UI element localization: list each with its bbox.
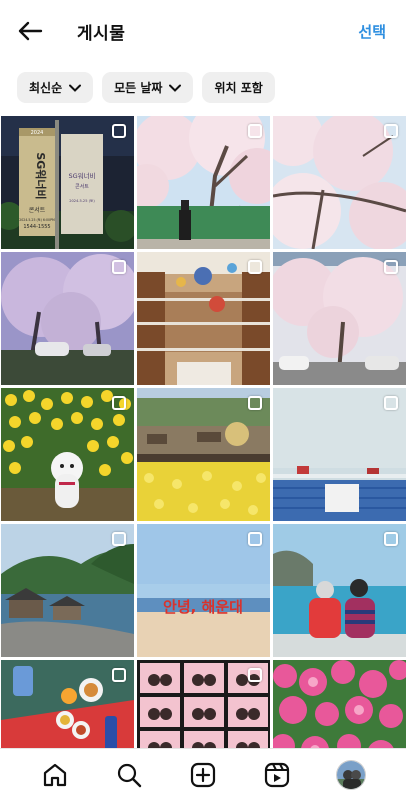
grid-photo-10[interactable] (1, 524, 134, 657)
grid-photo-11[interactable]: 안녕, 해운대 (137, 524, 270, 657)
nav-home[interactable] (35, 755, 75, 795)
reels-icon (264, 762, 290, 787)
create-icon (190, 762, 216, 787)
back-arrow-icon (18, 21, 43, 41)
sort-filter-chip[interactable]: 최신순 (17, 72, 94, 103)
select-checkbox[interactable] (384, 124, 398, 138)
grid-photo-5[interactable] (137, 252, 270, 385)
poster-date: 2024.5.25 (토) 6:00PM (19, 218, 55, 222)
select-checkbox[interactable] (112, 260, 126, 274)
grid-photo-12[interactable] (273, 524, 406, 657)
bottom-navigation (0, 748, 406, 800)
select-checkbox[interactable] (112, 396, 126, 410)
grid-photo-3[interactable] (273, 116, 406, 249)
location-filter-chip[interactable]: 위치 포함 (202, 72, 275, 103)
select-button[interactable]: 선택 (358, 21, 386, 42)
right-banner-name: SG워너비 (68, 171, 95, 180)
select-checkbox[interactable] (248, 124, 262, 138)
back-button[interactable] (14, 16, 46, 46)
profile-avatar (336, 759, 366, 790)
location-filter-label: 위치 포함 (214, 81, 263, 95)
date-filter-label: 모든 날짜 (114, 81, 163, 95)
grid-photo-7[interactable] (1, 388, 134, 521)
grid-photo-8[interactable] (137, 388, 270, 521)
select-checkbox[interactable] (112, 668, 126, 682)
right-banner-date: 2024.5.25 (토) (69, 199, 95, 203)
select-checkbox[interactable] (248, 396, 262, 410)
poster-phone: 1544-1555 (23, 224, 50, 230)
grid-photo-1[interactable]: 2024 SG워너비 콘서트 2024.5.25 (토) 6:00PM 1544… (1, 116, 134, 249)
select-checkbox[interactable] (384, 396, 398, 410)
select-checkbox[interactable] (384, 532, 398, 546)
grid-photo-9[interactable] (273, 388, 406, 521)
select-checkbox[interactable] (248, 260, 262, 274)
grid-photo-2[interactable] (137, 116, 270, 249)
top-app-bar: 게시물 선택 (0, 0, 406, 62)
chevron-down-icon (169, 84, 182, 92)
poster-name: SG워너비 (34, 152, 48, 199)
right-banner-subtitle: 콘서트 (75, 183, 89, 190)
beach-sign-text: 안녕, 해운대 (163, 598, 243, 616)
page-title: 게시물 (77, 24, 126, 44)
select-checkbox[interactable] (112, 532, 126, 546)
nav-create[interactable] (183, 755, 223, 795)
poster-subtitle: 콘서트 (29, 206, 46, 214)
nav-profile[interactable] (331, 755, 371, 795)
date-filter-chip[interactable]: 모든 날짜 (102, 72, 194, 103)
photo-grid: 2024 SG워너비 콘서트 2024.5.25 (토) 6:00PM 1544… (1, 116, 406, 793)
search-icon (117, 763, 142, 787)
nav-search[interactable] (109, 755, 149, 795)
select-checkbox[interactable] (112, 124, 126, 138)
select-checkbox[interactable] (248, 668, 262, 682)
home-icon (43, 763, 67, 786)
poster-year: 2024 (31, 130, 44, 136)
filter-bar: 최신순 모든 날짜 위치 포함 (0, 72, 406, 104)
chevron-down-icon (69, 84, 82, 92)
grid-photo-4[interactable] (1, 252, 134, 385)
grid-photo-6[interactable] (273, 252, 406, 385)
select-checkbox[interactable] (384, 260, 398, 274)
sort-filter-label: 최신순 (29, 81, 63, 95)
nav-reels[interactable] (257, 755, 297, 795)
select-checkbox[interactable] (248, 532, 262, 546)
